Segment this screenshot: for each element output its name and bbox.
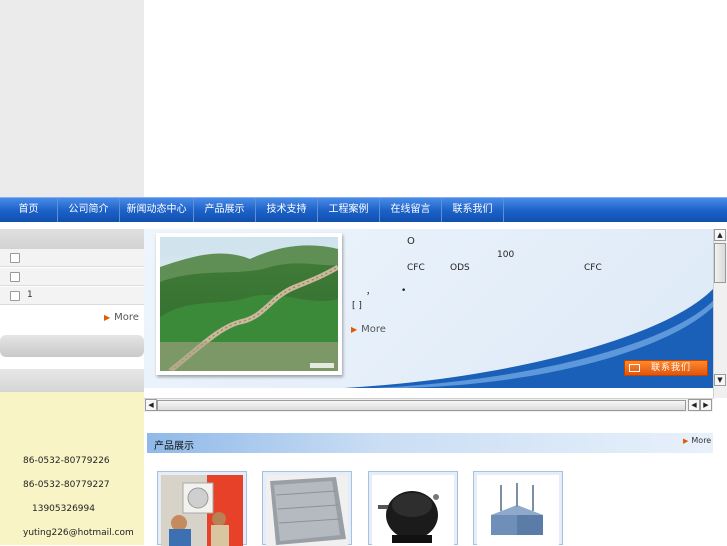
- main-nav: 首页 公司简介 新闻动态中心 产品展示 技术支持 工程案例 在线留言 联系我们: [0, 197, 727, 222]
- left-more-link[interactable]: ▶ More: [104, 312, 139, 323]
- contact-box: 86-0532-80779226 86-0532-80779227 139053…: [0, 392, 144, 545]
- nav-contact[interactable]: 联系我们: [442, 198, 504, 222]
- contact-section-header: [0, 369, 144, 392]
- horizontal-scroll-thumb[interactable]: [157, 400, 686, 411]
- triangle-right-icon: ▶: [683, 437, 689, 445]
- contact-us-button[interactable]: 联系我们: [624, 360, 708, 376]
- contact-us-label: 联系我们: [651, 363, 692, 373]
- contact-phone-2: 86-0532-80779227: [23, 480, 110, 490]
- product-card[interactable]: [157, 471, 247, 546]
- top-banner-left: [0, 0, 144, 197]
- triangle-right-icon: ▶: [104, 313, 111, 322]
- feature-text-comma: ，: [366, 287, 376, 297]
- feature-text-o: O: [407, 236, 415, 247]
- vertical-scroll-thumb[interactable]: [714, 243, 726, 283]
- top-banner: [144, 0, 727, 197]
- scroll-up-button[interactable]: ▲: [714, 229, 726, 241]
- nav-cases[interactable]: 工程案例: [318, 198, 380, 222]
- scroll-right-button-left[interactable]: ◀: [688, 399, 700, 411]
- products-more-label: More: [691, 436, 712, 445]
- feature-text-bullet: •: [401, 286, 407, 296]
- product-card[interactable]: [368, 471, 458, 546]
- contact-email[interactable]: yuting226@hotmail.com: [23, 528, 134, 538]
- product-card[interactable]: [473, 471, 563, 546]
- great-wall-photo[interactable]: [160, 237, 338, 371]
- mail-icon: [629, 364, 640, 372]
- nav-message[interactable]: 在线留言: [380, 198, 442, 222]
- feature-more-label: More: [361, 324, 386, 335]
- products-title: 产品展示: [154, 441, 194, 452]
- left-more-label: More: [114, 312, 139, 323]
- feature-text-ods: ODS: [450, 263, 470, 273]
- contact-phone-1: 86-0532-80779226: [23, 456, 110, 466]
- nav-home[interactable]: 首页: [0, 198, 58, 222]
- checkbox-icon: [10, 272, 20, 282]
- feature-more-link[interactable]: ▶ More: [351, 324, 386, 335]
- contact-mobile: 13905326994: [32, 504, 95, 514]
- scroll-right-button[interactable]: ▶: [700, 399, 712, 411]
- product-image-compressor: [372, 475, 454, 546]
- nav-about[interactable]: 公司简介: [58, 198, 120, 222]
- left-section-header: [0, 229, 144, 249]
- products-more-link[interactable]: ▶ More: [683, 436, 711, 445]
- scroll-down-button[interactable]: ▼: [714, 374, 726, 386]
- nav-products[interactable]: 产品展示: [194, 198, 256, 222]
- nav-support[interactable]: 技术支持: [256, 198, 318, 222]
- triangle-right-icon: ▶: [351, 325, 358, 334]
- feature-text-brackets: [ ]: [352, 301, 362, 311]
- left-list-item[interactable]: 1: [0, 287, 144, 305]
- product-image-panels: [266, 475, 348, 546]
- nav-news[interactable]: 新闻动态中心: [120, 198, 194, 222]
- feature-text-cfc-2: CFC: [584, 263, 602, 273]
- left-rounded-button[interactable]: [0, 335, 144, 357]
- feature-text-cfc: CFC: [407, 263, 425, 273]
- products-section-header: [147, 433, 713, 453]
- left-list-item-label: 1: [27, 290, 33, 300]
- feature-text-100: 100: [497, 250, 515, 260]
- product-image-installation: [161, 475, 243, 546]
- left-list-item[interactable]: [0, 268, 144, 286]
- checkbox-icon: [10, 253, 20, 263]
- left-list-item[interactable]: [0, 249, 144, 267]
- scroll-left-button[interactable]: ◀: [145, 399, 157, 411]
- product-image-equipment: [477, 475, 559, 546]
- checkbox-icon: [10, 291, 20, 301]
- product-card[interactable]: [262, 471, 352, 546]
